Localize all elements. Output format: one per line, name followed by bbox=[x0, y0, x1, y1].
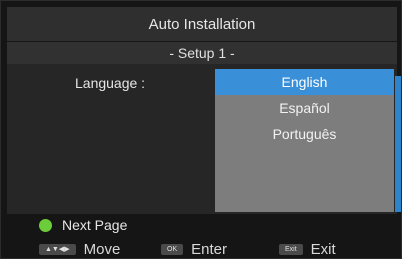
auto-installation-screen: Auto Installation - Setup 1 - Language :… bbox=[0, 0, 402, 259]
move-hint: ▲▼◀▶ Move bbox=[39, 241, 120, 258]
language-label: Language : bbox=[75, 75, 146, 91]
exit-label: Exit bbox=[310, 241, 336, 258]
window-title: Auto Installation bbox=[7, 7, 397, 41]
next-page-label: Next Page bbox=[62, 217, 128, 233]
exit-hint: Exit Exit bbox=[279, 241, 336, 258]
language-option-english[interactable]: English bbox=[215, 69, 394, 95]
setup-step: - Setup 1 - bbox=[7, 42, 397, 64]
green-button-icon bbox=[39, 218, 52, 232]
next-page-hint[interactable]: Next Page bbox=[39, 217, 127, 233]
enter-label: Enter bbox=[191, 241, 227, 258]
language-dropdown[interactable]: English Español Português bbox=[215, 69, 394, 212]
arrow-keys-icon: ▲▼◀▶ bbox=[39, 244, 76, 255]
language-option-espanol[interactable]: Español bbox=[215, 95, 394, 121]
exit-key-icon: Exit bbox=[279, 244, 303, 255]
move-label: Move bbox=[83, 241, 121, 258]
language-option-portugues[interactable]: Português bbox=[215, 121, 394, 147]
dropdown-scrollbar[interactable] bbox=[395, 76, 401, 212]
ok-key-icon: OK bbox=[161, 244, 184, 255]
enter-hint: OK Enter bbox=[161, 241, 227, 258]
